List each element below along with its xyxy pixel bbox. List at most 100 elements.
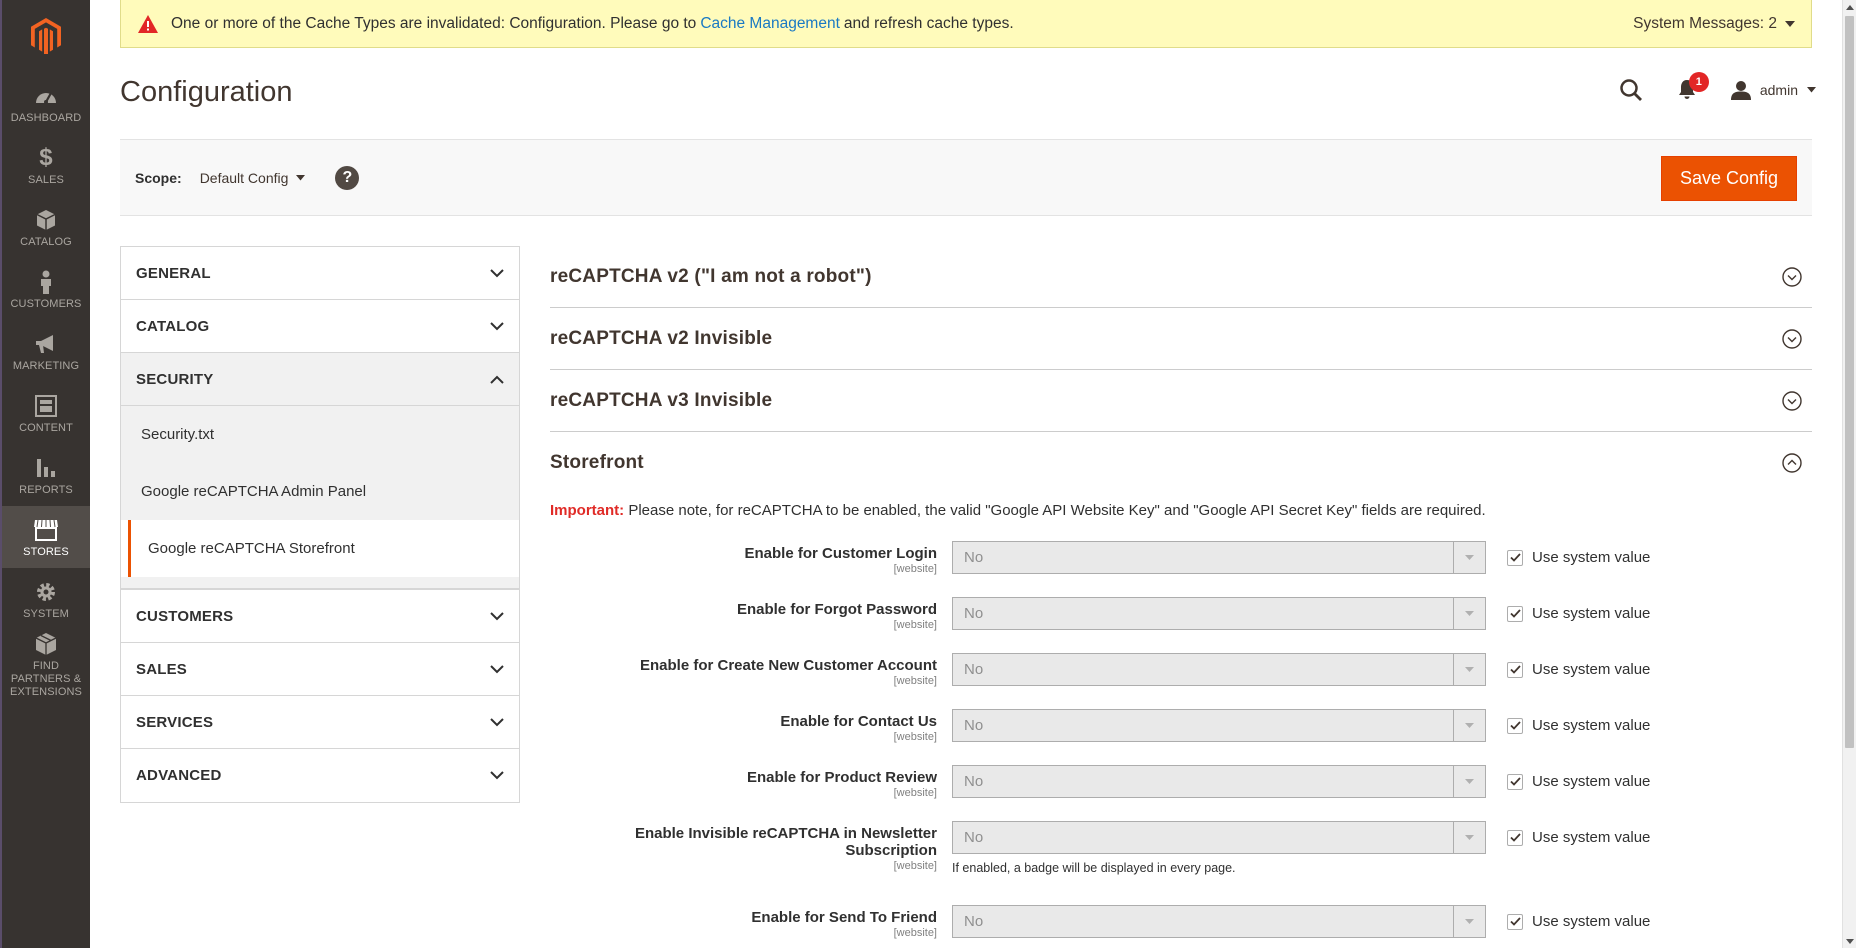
- contact-us-select[interactable]: No: [952, 709, 1486, 742]
- scope-switcher[interactable]: Default Config: [200, 170, 306, 186]
- tab-sales[interactable]: SALES: [121, 643, 519, 696]
- tab-services[interactable]: SERVICES: [121, 696, 519, 749]
- important-notice: Important: Please note, for reCAPTCHA to…: [550, 502, 1812, 519]
- tab-customers[interactable]: CUSTOMERS: [121, 590, 519, 643]
- field-label: Enable for Create New Customer Account: [639, 657, 937, 674]
- nav-item-system[interactable]: System: [2, 568, 90, 630]
- field-scope: [website]: [893, 787, 937, 799]
- page-title: Configuration: [120, 76, 293, 108]
- search-icon[interactable]: [1619, 78, 1643, 102]
- section-storefront[interactable]: Storefront: [550, 432, 1812, 494]
- select-arrow-icon: [1453, 598, 1485, 629]
- section-recaptcha-v2-robot[interactable]: reCAPTCHA v2 ("I am not a robot"): [550, 246, 1812, 308]
- tab-group-upper: GENERAL CATALOG SECURITY Security.txt Go…: [120, 246, 520, 520]
- gear-icon: [34, 579, 58, 605]
- checkmark-icon: [1507, 717, 1523, 734]
- field-label: Enable Invisible reCAPTCHA in Newsletter…: [634, 825, 937, 859]
- use-system-value-checkbox[interactable]: Use system value: [1507, 905, 1650, 938]
- nav-item-marketing[interactable]: Marketing: [2, 320, 90, 382]
- field-row-product-review: Enable for Product Review [website] No U…: [550, 765, 1812, 799]
- tab-link-security-txt[interactable]: Security.txt: [121, 406, 519, 463]
- system-messages-toggle[interactable]: System Messages: 2: [1633, 15, 1795, 33]
- expand-circle-icon: [1782, 390, 1802, 411]
- help-icon[interactable]: ?: [335, 165, 360, 190]
- select-arrow-icon: [1453, 654, 1485, 685]
- system-message-text: One or more of the Cache Types are inval…: [171, 14, 697, 32]
- send-to-friend-select[interactable]: No: [952, 905, 1486, 938]
- important-label: Important:: [550, 502, 625, 519]
- field-note: If enabled, a badge will be displayed in…: [952, 861, 1236, 875]
- header-actions: 1 admin: [1619, 72, 1816, 102]
- user-icon: [1730, 81, 1751, 100]
- scroll-down-icon[interactable]: [1843, 934, 1856, 948]
- nav-item-sales[interactable]: $ Sales: [2, 134, 90, 196]
- use-system-value-checkbox[interactable]: Use system value: [1507, 821, 1650, 854]
- person-icon: [39, 269, 53, 295]
- field-row-send-to-friend: Enable for Send To Friend [website] No U…: [550, 905, 1812, 939]
- customer-login-select[interactable]: No: [952, 541, 1486, 574]
- tab-security[interactable]: SECURITY: [121, 353, 519, 406]
- scrollbar-thumb[interactable]: [1845, 16, 1854, 748]
- create-account-select[interactable]: No: [952, 653, 1486, 686]
- field-scope: [website]: [893, 927, 937, 939]
- save-config-button[interactable]: Save Config: [1660, 156, 1797, 201]
- field-row-create-account: Enable for Create New Customer Account […: [550, 653, 1812, 687]
- nav-item-stores[interactable]: Stores: [2, 506, 90, 568]
- dashboard-icon: [34, 83, 58, 109]
- magento-logo-icon: [31, 18, 61, 54]
- expand-circle-icon: [1782, 266, 1802, 287]
- page-scrollbar[interactable]: [1842, 0, 1856, 948]
- select-arrow-icon: [1453, 766, 1485, 797]
- important-text: Please note, for reCAPTCHA to be enabled…: [628, 502, 1486, 519]
- store-icon: [33, 517, 59, 543]
- nav-item-catalog[interactable]: Catalog: [2, 196, 90, 258]
- product-review-select[interactable]: No: [952, 765, 1486, 798]
- checkmark-icon: [1507, 913, 1523, 930]
- field-label: Enable for Product Review: [746, 769, 937, 786]
- tab-catalog[interactable]: CATALOG: [121, 300, 519, 353]
- caret-down-icon: [1807, 87, 1816, 93]
- nav-item-find-partners[interactable]: Find Partners & Extensions: [2, 630, 90, 700]
- use-system-value-checkbox[interactable]: Use system value: [1507, 597, 1650, 630]
- tab-advanced[interactable]: ADVANCED: [121, 749, 519, 802]
- security-submenu-end: [120, 577, 520, 589]
- caret-down-icon: [1785, 20, 1795, 27]
- section-recaptcha-v3-invisible[interactable]: reCAPTCHA v3 Invisible: [550, 370, 1812, 432]
- cache-management-link[interactable]: Cache Management: [700, 15, 840, 33]
- newsletter-select[interactable]: No: [952, 821, 1486, 854]
- use-system-value-checkbox[interactable]: Use system value: [1507, 653, 1650, 686]
- field-label: Enable for Customer Login: [744, 545, 937, 562]
- notifications-button[interactable]: 1: [1677, 72, 1709, 102]
- tab-general[interactable]: GENERAL: [121, 247, 519, 300]
- select-arrow-icon: [1453, 906, 1485, 937]
- nav-item-customers[interactable]: Customers: [2, 258, 90, 320]
- config-tabs: GENERAL CATALOG SECURITY Security.txt Go…: [120, 246, 520, 803]
- use-system-value-checkbox[interactable]: Use system value: [1507, 765, 1650, 798]
- chevron-down-icon: [490, 611, 504, 620]
- magento-logo[interactable]: [2, 0, 90, 72]
- field-label: Enable for Contact Us: [780, 713, 937, 730]
- chevron-down-icon: [490, 717, 504, 726]
- security-submenu: Security.txt Google reCAPTCHA Admin Pane…: [121, 406, 519, 520]
- use-system-value-checkbox[interactable]: Use system value: [1507, 709, 1650, 742]
- caret-down-icon: [296, 174, 306, 180]
- use-system-value-checkbox[interactable]: Use system value: [1507, 541, 1650, 574]
- admin-username: admin: [1759, 82, 1798, 98]
- nav-item-content[interactable]: Content: [2, 382, 90, 444]
- tab-link-recaptcha-admin[interactable]: Google reCAPTCHA Admin Panel: [121, 463, 519, 520]
- checkmark-icon: [1507, 829, 1523, 846]
- field-scope: [website]: [893, 860, 937, 872]
- tab-link-recaptcha-storefront[interactable]: Google reCAPTCHA Storefront: [128, 520, 519, 577]
- forgot-password-select[interactable]: No: [952, 597, 1486, 630]
- chevron-up-icon: [490, 375, 504, 384]
- checkmark-icon: [1507, 549, 1523, 566]
- warning-icon: [137, 14, 159, 34]
- scroll-up-icon[interactable]: [1843, 0, 1856, 14]
- config-main: reCAPTCHA v2 ("I am not a robot") reCAPT…: [550, 246, 1812, 948]
- select-arrow-icon: [1453, 822, 1485, 853]
- nav-item-reports[interactable]: Reports: [2, 444, 90, 506]
- nav-item-dashboard[interactable]: Dashboard: [2, 72, 90, 134]
- admin-user-menu[interactable]: admin: [1730, 80, 1816, 100]
- section-recaptcha-v2-invisible[interactable]: reCAPTCHA v2 Invisible: [550, 308, 1812, 370]
- field-row-forgot-password: Enable for Forgot Password [website] No …: [550, 597, 1812, 631]
